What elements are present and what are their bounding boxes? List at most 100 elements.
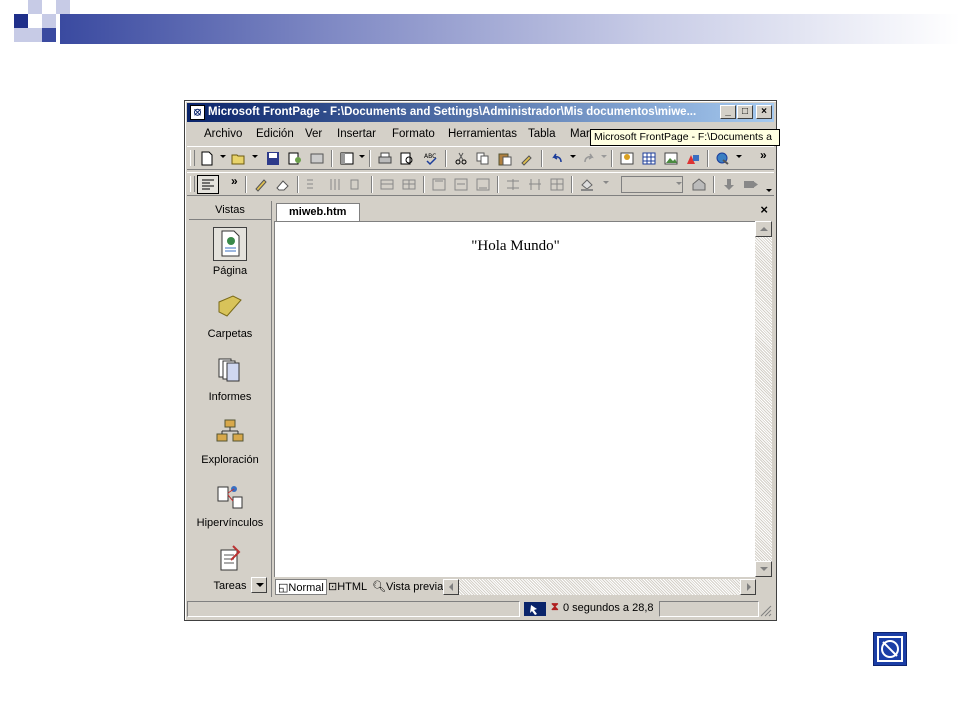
menu-insertar[interactable]: Insertar <box>337 128 376 140</box>
normal-tab-icon: ◱ <box>278 582 289 594</box>
minimize-button[interactable]: _ <box>720 105 736 119</box>
tab-preview[interactable]: 🔍︎Vista previa <box>372 579 443 595</box>
hyperlink-icon[interactable] <box>715 151 731 166</box>
view-navigation[interactable]: Exploración <box>189 416 271 476</box>
views-scroll-down-button[interactable] <box>251 577 267 593</box>
view-navigation-label: Exploración <box>201 454 259 466</box>
preview-icon[interactable] <box>399 151 415 166</box>
print-icon[interactable] <box>377 151 393 166</box>
menu-ver[interactable]: Ver <box>305 128 322 140</box>
views-bar-header: Vistas <box>189 201 271 220</box>
connection-icon <box>524 602 546 616</box>
folder-icon <box>213 290 247 324</box>
document-tab[interactable]: miweb.htm <box>276 203 360 221</box>
formatting-overflow-chevron-icon[interactable]: » <box>231 174 238 188</box>
autofit-icon[interactable] <box>549 177 565 192</box>
tab-html[interactable]: ⊡HTML <box>328 579 367 595</box>
formatting-toolbar: » <box>187 172 774 196</box>
view-page[interactable]: Página <box>189 227 271 287</box>
table-autoformat-icon[interactable] <box>691 177 707 192</box>
menu-formato[interactable]: Formato <box>392 128 435 140</box>
open-folder-icon[interactable] <box>231 151 247 166</box>
hourglass-icon: ⧗ <box>551 601 559 613</box>
page-editor[interactable]: "Hola Mundo" <box>274 221 756 578</box>
undo-icon[interactable] <box>549 151 565 166</box>
title-bar[interactable]: ⦻ Microsoft FrontPage - F:\Documents and… <box>187 103 774 122</box>
insert-table-icon[interactable] <box>641 151 657 166</box>
view-folders[interactable]: Carpetas <box>189 290 271 350</box>
vertical-scrollbar[interactable] <box>755 221 772 577</box>
format-painter-icon[interactable] <box>519 151 535 166</box>
save-icon[interactable] <box>265 151 281 166</box>
menu-archivo[interactable]: Archivo <box>204 128 242 140</box>
download-time-text: 0 segundos a 28,8 <box>563 602 654 614</box>
resize-grip-icon[interactable] <box>760 605 772 617</box>
menu-edicion[interactable]: Edición <box>256 128 294 140</box>
distribute-columns-icon[interactable] <box>527 177 543 192</box>
hyperlinks-icon <box>213 479 247 513</box>
align-top-icon[interactable] <box>431 177 447 192</box>
view-page-label: Página <box>212 265 248 277</box>
navigate-icon[interactable] <box>743 177 759 192</box>
menu-tabla[interactable]: Tabla <box>528 128 556 140</box>
tab-normal-label: Normal <box>288 582 324 594</box>
maximize-button[interactable]: □ <box>737 105 753 119</box>
view-folders-label: Carpetas <box>207 328 253 340</box>
view-tasks[interactable]: Tareas <box>189 542 271 602</box>
copy-icon[interactable] <box>475 151 491 166</box>
tab-html-label: HTML <box>337 581 368 593</box>
page-content-text: "Hola Mundo" <box>471 238 560 254</box>
horizontal-scrollbar[interactable] <box>459 579 740 595</box>
insert-cell-icon[interactable] <box>349 177 365 192</box>
web-component-icon[interactable] <box>619 151 635 166</box>
cut-icon[interactable] <box>453 151 469 166</box>
hscroll-left-button[interactable] <box>443 579 459 595</box>
html-tab-icon: ⊡ <box>328 581 338 593</box>
fill-color-icon[interactable] <box>579 177 595 192</box>
scroll-up-button[interactable] <box>755 221 772 237</box>
hscroll-right-button[interactable] <box>740 579 756 595</box>
views-icon[interactable] <box>339 151 355 166</box>
merge-cells-icon[interactable] <box>379 177 395 192</box>
navigation-icon <box>213 416 247 450</box>
slide-corner-icon <box>873 632 907 666</box>
view-hyperlinks[interactable]: Hipervínculos <box>189 479 271 539</box>
distribute-rows-icon[interactable] <box>505 177 521 192</box>
paste-icon[interactable] <box>497 151 513 166</box>
drawing-icon[interactable] <box>685 151 701 166</box>
scroll-down-button[interactable] <box>755 561 772 577</box>
redo-icon[interactable] <box>581 151 597 166</box>
status-message-panel <box>187 601 520 617</box>
close-button[interactable]: × <box>756 105 772 119</box>
menu-herramientas[interactable]: Herramientas <box>448 128 517 140</box>
folder-list-icon[interactable] <box>309 151 325 166</box>
tab-normal[interactable]: ◱Normal <box>275 579 327 595</box>
view-reports-label: Informes <box>208 391 252 403</box>
spelling-icon[interactable]: ABC <box>423 151 439 166</box>
eraser-icon[interactable] <box>275 177 291 192</box>
close-document-icon[interactable]: × <box>760 202 768 217</box>
pencil-icon[interactable] <box>253 177 269 192</box>
insert-columns-icon[interactable] <box>327 177 343 192</box>
toolbar-overflow-chevron-icon[interactable]: » <box>760 148 767 162</box>
table-style-combobox[interactable] <box>621 176 683 193</box>
center-vertically-icon[interactable] <box>453 177 469 192</box>
view-reports[interactable]: Informes <box>189 353 271 413</box>
publish-icon[interactable] <box>287 151 303 166</box>
status-extra-panel <box>659 601 759 617</box>
insert-rows-icon[interactable] <box>305 177 321 192</box>
view-hyperlinks-label: Hipervínculos <box>196 517 264 529</box>
split-cells-icon[interactable] <box>401 177 417 192</box>
app-icon[interactable]: ⦻ <box>190 105 205 120</box>
align-bottom-icon[interactable] <box>475 177 491 192</box>
new-page-icon[interactable] <box>199 151 215 166</box>
standard-toolbar: ABC » <box>187 146 774 170</box>
reports-icon <box>213 353 247 387</box>
document-tab-row: miweb.htm × <box>273 201 774 221</box>
slide-header-decoration <box>0 0 960 60</box>
download-icon[interactable] <box>721 177 737 192</box>
window-title: Microsoft FrontPage - F:\Documents and S… <box>208 106 697 118</box>
insert-picture-icon[interactable] <box>663 151 679 166</box>
frontpage-window: ⦻ Microsoft FrontPage - F:\Documents and… <box>184 100 777 621</box>
align-left-button[interactable] <box>197 175 219 194</box>
